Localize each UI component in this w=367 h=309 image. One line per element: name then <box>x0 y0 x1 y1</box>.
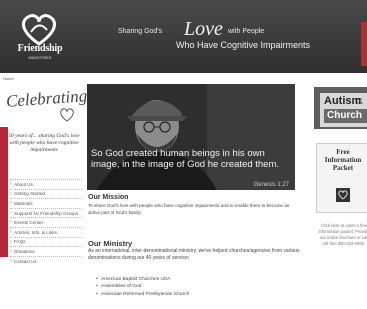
autism-church-banner[interactable]: Autism and Your Church <box>314 87 367 129</box>
logo-text: Friendship <box>17 43 63 54</box>
nav-item-about-us[interactable]: About Us <box>10 179 82 189</box>
hero-banner[interactable]: So God created human beings in his own i… <box>87 84 295 190</box>
ministry-text: As an international, inter-denominationa… <box>88 248 300 261</box>
page-content: Home Celebrating 50 years of... sharing … <box>0 73 367 309</box>
packet-title: Free Information Packet <box>324 148 362 172</box>
nav-item-articles[interactable]: Articles, Info, & Links <box>10 226 82 237</box>
info-packet-card[interactable]: Free Information Packet <box>316 143 367 213</box>
tagline-who: Who Have Cognitive Impairments <box>176 40 311 50</box>
left-sidebar: Celebrating 50 years of... sharing God's… <box>0 83 88 309</box>
autism-church-label: Church <box>327 110 362 121</box>
list-item: Assemblies of God <box>96 283 189 291</box>
header-red-ribbon <box>361 22 367 66</box>
nav-item-contact[interactable]: Contact Us <box>10 255 82 266</box>
autism-and-your: and Your <box>356 97 364 105</box>
breadcrumb[interactable]: Home <box>3 76 14 81</box>
hero-photo <box>87 84 295 190</box>
nav-item-getting-started[interactable]: Getting Started <box>10 188 82 199</box>
tagline-sharing: Sharing God's <box>118 28 163 35</box>
list-item: American Baptist Churches USA <box>96 276 189 284</box>
sidebar-red-bar <box>0 127 8 257</box>
nav-item-faqs[interactable]: FAQs <box>10 236 82 247</box>
nav-item-donations[interactable]: Donations <box>10 246 82 256</box>
list-item: Associate Reformed Presbyterian Church <box>96 291 189 299</box>
nav-item-materials[interactable]: Materials <box>10 198 82 208</box>
tagline-with: with People <box>228 28 265 35</box>
heart-logo-icon <box>336 188 350 202</box>
mission-heading: Our Mission <box>88 194 129 201</box>
heart-outline-icon <box>60 108 74 122</box>
sidebar-nav: About Us Getting Started Materials Suppo… <box>10 179 82 265</box>
logo-subtext: MINISTRIES <box>28 55 52 60</box>
right-sidebar: Autism and Your Church Free Information … <box>310 83 367 309</box>
nav-item-supports[interactable]: Supports for Friendship Groups <box>10 207 82 218</box>
hero-caption: So God created human beings in his own i… <box>91 148 279 170</box>
packet-note[interactable]: Click here to order a free information p… <box>318 223 367 247</box>
autism-church-label-box: Church <box>324 109 367 123</box>
hero-reference: Genesis 1:27 <box>253 182 289 188</box>
anniversary-text: 50 years of... sharing God's love with p… <box>8 133 80 153</box>
site-header: Friendship MINISTRIES Sharing God's Love… <box>0 0 367 73</box>
ministry-heading: Our Ministry <box>88 239 133 248</box>
mission-text: To share God's love with people who have… <box>88 203 290 215</box>
nav-item-events[interactable]: Events Center <box>10 217 82 227</box>
denomination-list: American Baptist Churches USA Assemblies… <box>96 276 189 299</box>
tagline-love: Love <box>184 18 223 40</box>
